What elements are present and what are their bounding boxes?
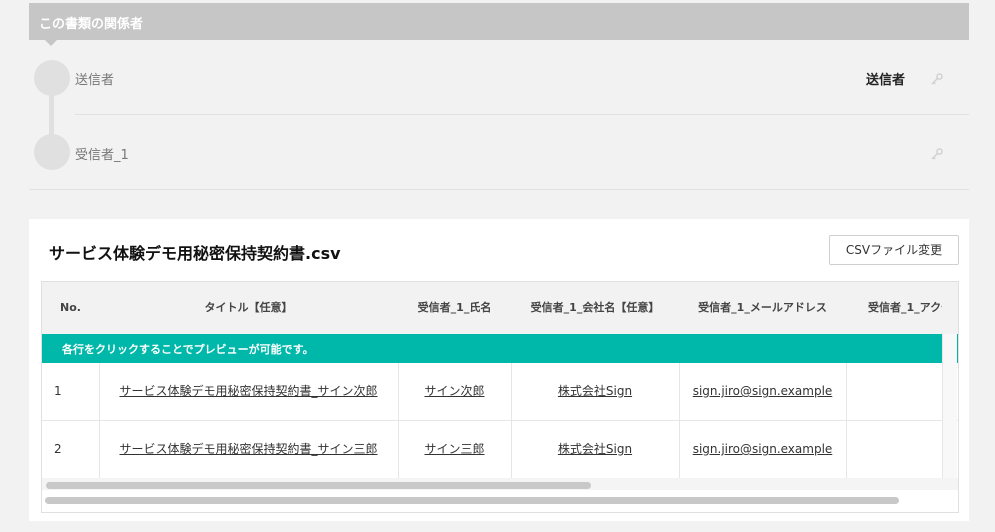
col-no: No. [60, 301, 81, 314]
col-title: タイトル【任意】 [204, 301, 293, 314]
header-notch [45, 40, 57, 46]
row-email-link[interactable]: sign.jiro@sign.example [679, 421, 846, 478]
name-link[interactable]: サイン三郎 [424, 442, 484, 456]
column-divider [398, 363, 399, 478]
preview-notice-text: 各行をクリックすることでプレビューが可能です。 [62, 343, 314, 356]
title-link[interactable]: サービス体験デモ用秘密保持契約書_サイン三郎 [119, 442, 377, 456]
recipient-node-icon [34, 134, 70, 170]
row-email-link[interactable]: sign.jiro@sign.example [679, 363, 846, 420]
horizontal-scrollbar-thumb[interactable] [46, 482, 591, 489]
name-link[interactable]: サイン次郎 [424, 384, 484, 398]
outer-horizontal-scrollbar[interactable] [45, 497, 899, 504]
key-icon[interactable] [930, 72, 944, 86]
table-row[interactable]: 2 サービス体験デモ用秘密保持契約書_サイン三郎 サイン三郎 株式会社Sign … [42, 421, 958, 479]
relations-header: この書類の関係者 [29, 3, 969, 46]
row-access [846, 363, 942, 420]
recipient-label: 受信者_1 [75, 148, 129, 163]
csv-file-title: サービス体験デモ用秘密保持契約書.csv [49, 244, 341, 263]
sender-role-value: 送信者 [866, 73, 906, 88]
row-title-link[interactable]: サービス体験デモ用秘密保持契約書_サイン三郎 [99, 421, 398, 478]
row-company-link[interactable]: 株式会社Sign [511, 363, 679, 420]
row-no: 2 [54, 442, 62, 456]
section-divider [29, 189, 969, 190]
table-header: No. タイトル【任意】 受信者_1_氏名 受信者_1_会社名【任意】 受信者_… [42, 282, 958, 334]
change-csv-button[interactable]: CSVファイル変更 [829, 235, 959, 265]
title-link[interactable]: サービス体験デモ用秘密保持契約書_サイン次郎 [119, 384, 377, 398]
node-divider [75, 114, 969, 115]
column-divider [511, 363, 512, 478]
column-divider [99, 363, 100, 478]
column-divider [679, 363, 680, 478]
row-name-link[interactable]: サイン次郎 [398, 363, 511, 420]
row-name-link[interactable]: サイン三郎 [398, 421, 511, 478]
relations-title: この書類の関係者 [39, 17, 144, 32]
key-icon[interactable] [930, 147, 944, 161]
row-title-link[interactable]: サービス体験デモ用秘密保持契約書_サイン次郎 [99, 363, 398, 420]
col-company: 受信者_1_会社名【任意】 [530, 301, 660, 314]
csv-card: サービス体験デモ用秘密保持契約書.csv CSVファイル変更 No. タイトル【… [29, 219, 969, 521]
col-name: 受信者_1_氏名 [417, 301, 492, 314]
vertical-scrollbar[interactable] [942, 334, 957, 488]
column-divider [846, 363, 847, 478]
sender-label: 送信者 [75, 73, 115, 88]
row-access [846, 421, 942, 478]
email-link[interactable]: sign.jiro@sign.example [693, 384, 833, 398]
preview-notice-bar: 各行をクリックすることでプレビューが可能です。 [42, 334, 958, 363]
col-access: 受信者_1_アクセス [868, 301, 942, 314]
row-company-link[interactable]: 株式会社Sign [511, 421, 679, 478]
email-link[interactable]: sign.jiro@sign.example [693, 442, 833, 456]
company-link[interactable]: 株式会社Sign [558, 442, 632, 456]
sender-node-icon [34, 60, 70, 96]
csv-table[interactable]: No. タイトル【任意】 受信者_1_氏名 受信者_1_会社名【任意】 受信者_… [41, 281, 959, 513]
col-email: 受信者_1_メールアドレス [698, 301, 827, 314]
row-no: 1 [54, 384, 62, 398]
table-row[interactable]: 1 サービス体験デモ用秘密保持契約書_サイン次郎 サイン次郎 株式会社Sign … [42, 363, 958, 421]
company-link[interactable]: 株式会社Sign [558, 384, 632, 398]
